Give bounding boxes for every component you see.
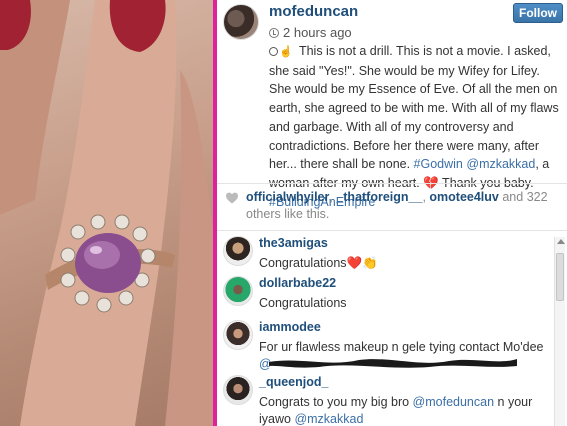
likes-and: and [498,190,527,204]
ring-emoji-icon [269,47,278,56]
comment-username[interactable]: the3amigas [259,236,328,250]
caption-text: This is not a drill. This is not a movie… [269,44,559,172]
comment-text-part: Congrats to you my big bro [259,395,413,409]
post-header: mofeduncan 2 hours ago Follow ☝ This is … [217,0,567,209]
divider [217,183,567,184]
post-details-panel: mofeduncan 2 hours ago Follow ☝ This is … [217,0,567,426]
likes-suffix: others like this. [246,206,330,221]
comments-scrollbar[interactable] [554,237,565,426]
avatar[interactable] [223,236,253,266]
avatar[interactable] [223,375,253,405]
redaction-scribble [269,359,517,368]
mention-link[interactable]: @mofeduncan [413,395,495,409]
hand-emoji-icon: ☝ [279,46,293,58]
comments-list: the3amigas Congratulations❤️👏 dollarbabe… [217,231,567,426]
liker-link[interactable]: omotee4luv [429,190,498,204]
clock-icon [269,28,279,38]
ring-photo-illustration [0,0,213,426]
likes-section: officialwhyiler, _thatforeign__, omotee4… [217,187,567,227]
comment-text: Congratulations [259,296,347,310]
comment-text-line: For ur flawless makeup n gele tying cont… [259,340,544,354]
post-username[interactable]: mofeduncan [269,3,358,20]
follow-button[interactable]: Follow [513,3,563,23]
post-photo[interactable] [0,0,213,426]
hashtag-link[interactable]: #Godwin [414,157,463,171]
mention-link[interactable]: @mzkakkad [294,412,363,426]
scroll-thumb[interactable] [556,253,564,301]
comment-text: Congrats to you my big bro @mofeduncan n… [259,394,549,426]
scroll-up-arrow-icon[interactable] [557,239,565,244]
likes-text: officialwhyiler, _thatforeign__, omotee4… [246,190,548,221]
heart-icon[interactable] [225,191,239,205]
liker-link[interactable]: _thatforeign__ [336,190,422,204]
list-item: _queenjod_ Congrats to you my big bro @m… [217,372,552,426]
comment-text: Congratulations❤️👏 [259,256,378,270]
timestamp-text: 2 hours ago [283,25,352,40]
likes-count: 322 [526,190,548,204]
post-caption: ☝ This is not a drill. This is not a mov… [269,42,561,211]
avatar[interactable] [223,4,259,40]
post-timestamp: 2 hours ago [269,25,352,40]
list-item: iammodee For ur flawless makeup n gele t… [217,317,552,377]
liker-link[interactable]: officialwhyiler [246,190,329,204]
comment-username[interactable]: _queenjod_ [259,375,328,389]
list-item: dollarbabe22 Congratulations [217,273,552,319]
avatar[interactable] [223,320,253,350]
comment-username[interactable]: iammodee [259,320,321,334]
mention-link[interactable]: @mzkakkad [466,157,535,171]
comment-username[interactable]: dollarbabe22 [259,276,336,290]
avatar[interactable] [223,276,253,306]
